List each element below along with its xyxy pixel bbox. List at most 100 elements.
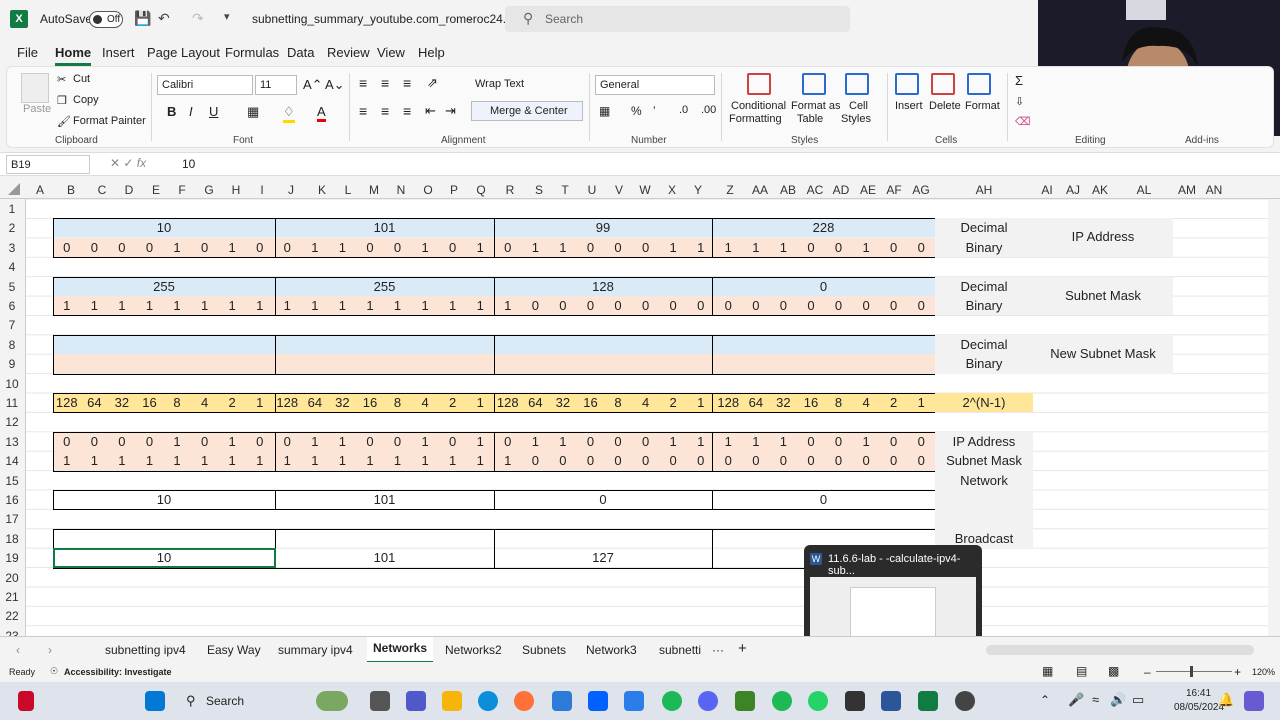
cell[interactable]: 1: [329, 432, 357, 451]
chevron-up-icon[interactable]: ⌃: [1040, 693, 1050, 707]
cell[interactable]: 0: [577, 296, 605, 315]
octet-cell[interactable]: 255: [53, 277, 275, 296]
format-cells-icon[interactable]: [967, 73, 991, 95]
cell[interactable]: 1: [715, 432, 743, 451]
cell[interactable]: 0: [687, 296, 715, 315]
cell[interactable]: 0: [632, 238, 660, 257]
cell[interactable]: 0: [439, 238, 467, 257]
cell[interactable]: 1: [81, 451, 109, 470]
cell[interactable]: 0: [53, 432, 81, 451]
column-header[interactable]: J: [276, 183, 306, 197]
row-header[interactable]: 11: [0, 396, 24, 410]
octet-cell[interactable]: 101: [275, 490, 494, 509]
column-header[interactable]: U: [577, 183, 607, 197]
cell[interactable]: 32: [329, 393, 357, 412]
wifi-icon[interactable]: ≈: [1092, 692, 1099, 707]
cell[interactable]: 2: [659, 393, 687, 412]
cell[interactable]: 32: [108, 393, 136, 412]
autosum-icon[interactable]: Σ: [1015, 73, 1023, 88]
cell[interactable]: 0: [356, 432, 384, 451]
minecraft-icon[interactable]: [735, 691, 755, 711]
cell[interactable]: 1: [191, 451, 219, 470]
cell[interactable]: 0: [191, 238, 219, 257]
cell[interactable]: 0: [494, 238, 522, 257]
cell[interactable]: 1: [108, 296, 136, 315]
column-header[interactable]: AL: [1129, 183, 1159, 197]
column-header[interactable]: C: [87, 183, 117, 197]
cell[interactable]: 0: [246, 432, 274, 451]
column-header[interactable]: Q: [466, 183, 496, 197]
cell[interactable]: 0: [108, 432, 136, 451]
row-header[interactable]: 9: [0, 357, 24, 371]
cell[interactable]: 1: [163, 296, 191, 315]
cell[interactable]: 0: [687, 451, 715, 470]
cell[interactable]: 64: [742, 393, 770, 412]
tab-subnetting-ipv4[interactable]: subnetting ipv4: [105, 643, 186, 657]
store-icon[interactable]: [552, 691, 572, 711]
cell[interactable]: 1: [384, 296, 412, 315]
cell[interactable]: 1: [246, 393, 274, 412]
cell[interactable]: 0: [825, 432, 853, 451]
octet-cell[interactable]: 0: [712, 277, 935, 296]
cell-styles-label[interactable]: Cell: [849, 100, 868, 112]
shrink-font-icon[interactable]: A⌄: [325, 77, 345, 93]
octet-cell[interactable]: 228: [712, 218, 935, 237]
cell[interactable]: 0: [770, 296, 798, 315]
format-painter-button[interactable]: Format Painter: [73, 115, 146, 127]
cell[interactable]: 1: [329, 451, 357, 470]
file-explorer-icon[interactable]: [442, 691, 462, 711]
cell[interactable]: 1: [659, 238, 687, 257]
row-header[interactable]: 18: [0, 532, 24, 546]
column-header[interactable]: AK: [1085, 183, 1115, 197]
font-size-select[interactable]: 11: [255, 75, 297, 95]
cell[interactable]: 1: [522, 238, 550, 257]
column-header[interactable]: AD: [826, 183, 856, 197]
cell[interactable]: 1: [53, 451, 81, 470]
octet-cell[interactable]: 101: [275, 218, 494, 237]
cell[interactable]: 1: [439, 296, 467, 315]
cell[interactable]: 1: [742, 432, 770, 451]
cell[interactable]: 16: [356, 393, 384, 412]
cell[interactable]: 1: [466, 238, 494, 257]
cell[interactable]: 0: [825, 451, 853, 470]
column-header[interactable]: D: [114, 183, 144, 197]
cell[interactable]: 1: [715, 238, 743, 257]
cell[interactable]: 1: [218, 432, 246, 451]
octet-cell[interactable]: 0: [712, 490, 935, 509]
cell[interactable]: 1: [494, 296, 522, 315]
tab-easy-way[interactable]: Easy Way: [207, 643, 261, 657]
align-center-icon[interactable]: ≡: [381, 103, 389, 119]
cell[interactable]: 4: [632, 393, 660, 412]
cell[interactable]: 0: [136, 238, 164, 257]
insert-cells-icon[interactable]: [895, 73, 919, 95]
cell[interactable]: 128: [715, 393, 743, 412]
cell[interactable]: 1: [191, 296, 219, 315]
octet-cell[interactable]: 10: [53, 218, 275, 237]
cell[interactable]: 0: [549, 296, 577, 315]
cell[interactable]: 0: [356, 238, 384, 257]
conditional-formatting-label-2[interactable]: Formatting: [729, 113, 782, 125]
cell[interactable]: 0: [384, 238, 412, 257]
autosave-toggle[interactable]: Off: [89, 11, 123, 28]
worksheet-grid[interactable]: 10 101 99 228 00001010011001010110001111100…: [26, 199, 1268, 636]
formula-input[interactable]: 10: [182, 157, 195, 171]
windows-start-icon[interactable]: [145, 691, 165, 711]
cell[interactable]: 0: [715, 451, 743, 470]
cell[interactable]: 0: [880, 238, 908, 257]
cell[interactable]: 0: [494, 432, 522, 451]
cell[interactable]: 8: [163, 393, 191, 412]
save-icon[interactable]: 💾: [134, 10, 151, 27]
cell[interactable]: 0: [659, 451, 687, 470]
fx-icon[interactable]: ✕ ✓ fx: [110, 156, 146, 170]
notification-icon[interactable]: 🔔: [1218, 692, 1234, 708]
cell[interactable]: 1: [163, 432, 191, 451]
comma-icon[interactable]: ʼ: [653, 104, 656, 118]
cell[interactable]: 0: [825, 238, 853, 257]
zoom-out-icon[interactable]: –: [1144, 665, 1151, 679]
file-name[interactable]: subnetting_summary_youtube.com_romeroc24…: [252, 12, 516, 26]
more-sheets-icon[interactable]: ···: [712, 643, 724, 657]
cell[interactable]: 0: [577, 238, 605, 257]
menu-file[interactable]: File: [17, 45, 38, 60]
cell[interactable]: 1: [163, 238, 191, 257]
cell[interactable]: 1: [218, 238, 246, 257]
